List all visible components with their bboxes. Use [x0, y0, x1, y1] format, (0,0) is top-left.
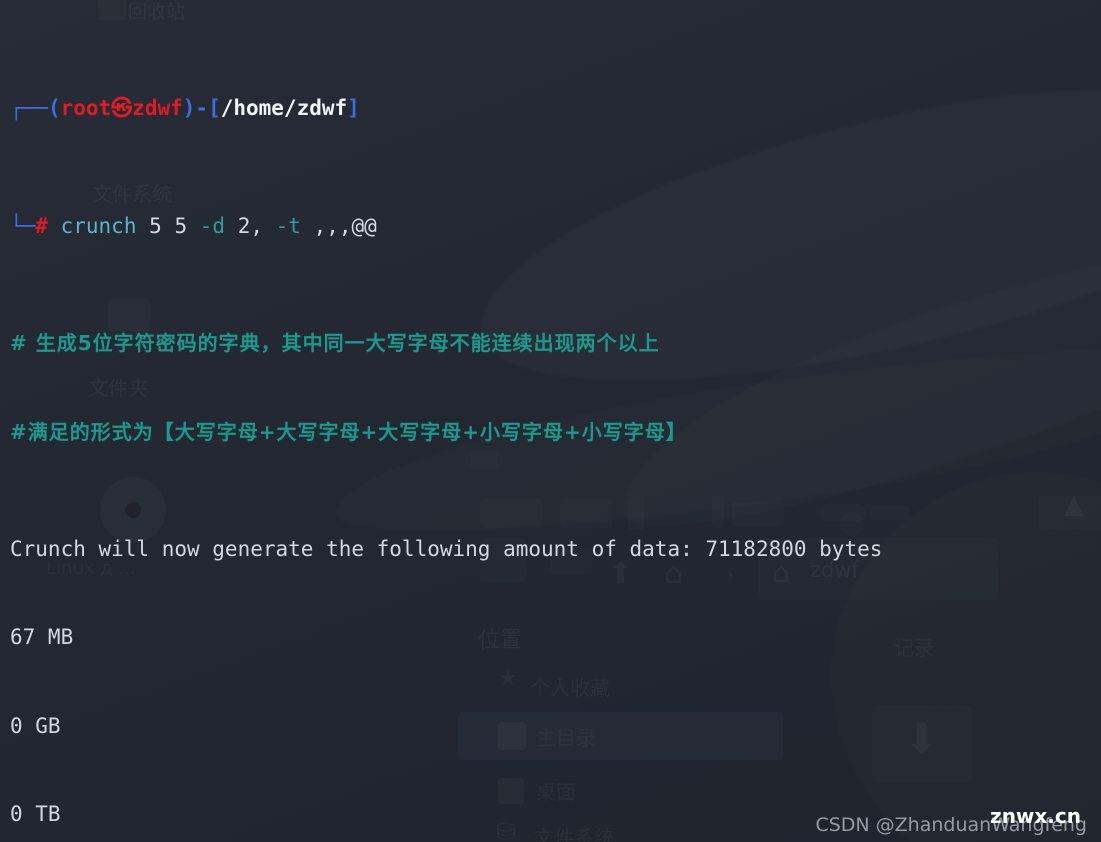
terminal-output-area[interactable]: ┌──(root㉿zdwf)-[/home/zdwf] └─# crunch 5…	[0, 0, 1101, 842]
output-line: 67 MB	[10, 625, 74, 650]
command-arg-max: 5	[174, 213, 188, 238]
comment-line-1: # 生成5位字符密码的字典，其中同一大写字母不能连续出现两个以上	[10, 331, 660, 356]
prompt-paren-close: )	[182, 96, 196, 121]
prompt-box-top: ┌──	[10, 96, 48, 121]
terminal-screenshot: 回收站 文件系统 文件夹 Linux д ... ▲ ⬆ ⌂ › ⌂ zdwf …	[0, 0, 1101, 842]
output-line: 0 TB	[10, 801, 61, 826]
prompt-paren-open: (	[47, 96, 61, 121]
output-line: 0 GB	[10, 713, 61, 738]
prompt-bracket-open: [	[208, 96, 221, 121]
prompt-user: root	[60, 96, 112, 121]
command-arg-min: 5	[149, 213, 162, 238]
prompt-sigil: #	[35, 213, 48, 238]
output-line: Crunch will now generate the following a…	[10, 537, 883, 562]
prompt-box-bottom: └─	[10, 213, 36, 238]
prompt-host: zdwf	[132, 96, 183, 121]
prompt-line-top: ┌──(root㉿zdwf)-[/home/zdwf]	[0, 94, 1101, 123]
command-flag-t-value: ,,,@@	[313, 213, 377, 238]
prompt-dash: -	[195, 96, 209, 121]
command-flag-t: -t	[275, 213, 301, 238]
command-name: crunch	[60, 213, 137, 238]
prompt-path: /home/zdwf	[220, 96, 348, 121]
prompt-at-icon: ㉿	[111, 96, 133, 121]
command-line[interactable]: └─# crunch 5 5 -d 2, -t ,,,@@	[0, 212, 1101, 241]
command-flag-d-value: 2,	[237, 213, 263, 238]
comment-line-2: #满足的形式为【大写字母+大写字母+大写字母+小写字母+小写字母】	[10, 419, 687, 444]
command-flag-d: -d	[199, 213, 226, 238]
prompt-bracket-close: ]	[347, 96, 360, 121]
